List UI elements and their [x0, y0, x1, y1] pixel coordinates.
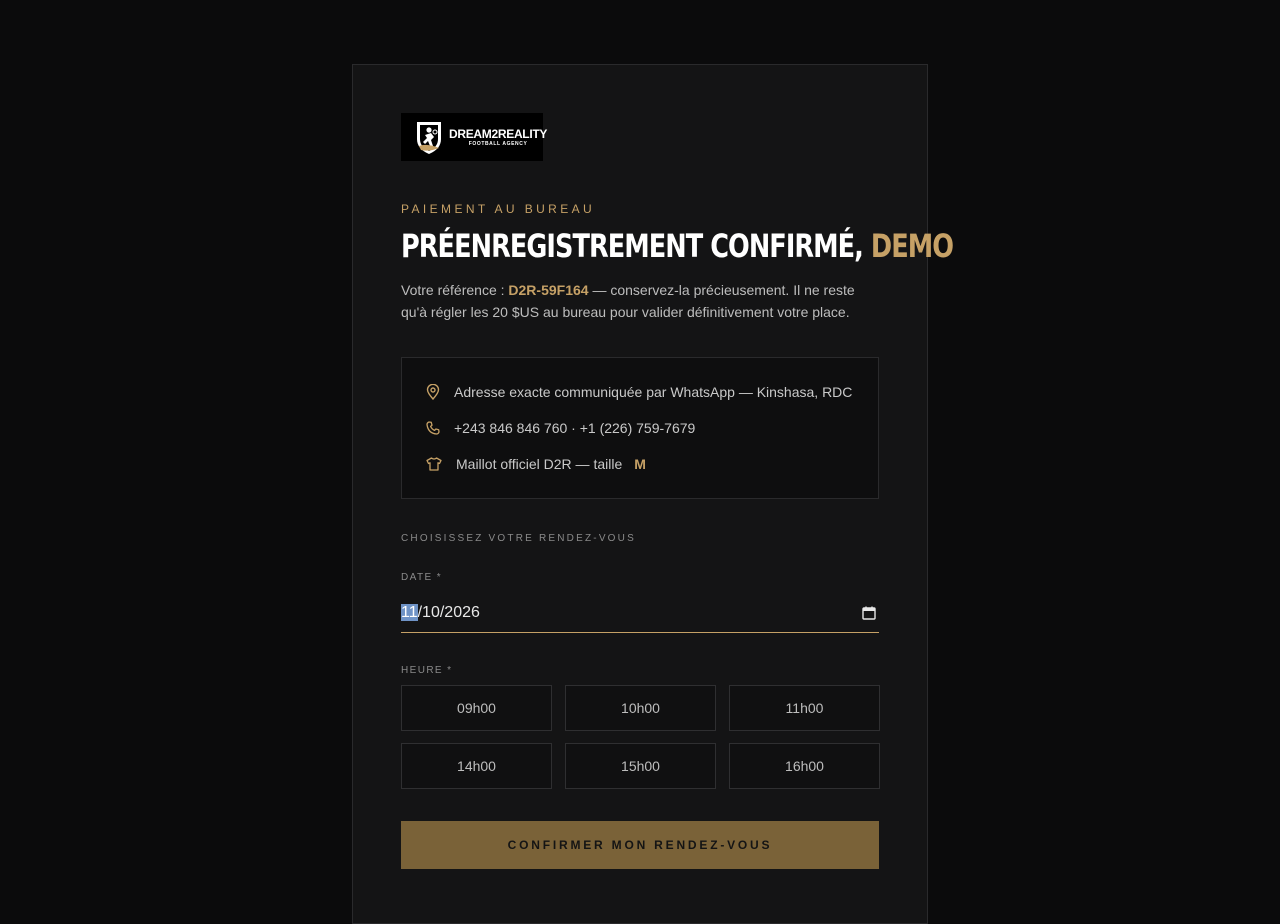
jersey-size: M [634, 456, 646, 472]
intro-prefix: Votre référence : [401, 282, 509, 298]
date-rest-segment[interactable]: /10/2026 [418, 604, 480, 621]
headline-user-name: DEMO [870, 227, 954, 265]
appointment-section-label: CHOISISSEZ VOTRE RENDEZ-VOUS [401, 533, 636, 544]
info-address: Adresse exacte communiquée par WhatsApp … [426, 382, 878, 402]
info-phones: +243 846 846 760 · +1 (226) 759-7679 [426, 418, 878, 438]
time-slot[interactable]: 11h00 [729, 685, 880, 731]
jersey-text: Maillot officiel D2R — taille [456, 456, 623, 472]
headline-main: PRÉENREGISTREMENT CONFIRMÉ, [401, 227, 864, 265]
address-text: Adresse exacte communiquée par WhatsApp … [454, 384, 853, 400]
brand-logo: DREAM2REALITY FOOTBALL AGENCY [401, 113, 547, 161]
brand-name: DREAM2REALITY [449, 126, 548, 141]
phone-icon [426, 421, 440, 435]
eyebrow-label: PAIEMENT AU BUREAU [401, 202, 596, 216]
date-day-segment[interactable]: 11 [401, 603, 418, 621]
time-slot[interactable]: 16h00 [729, 743, 880, 789]
intro-text: Votre référence : D2R-59F164 — conservez… [401, 279, 879, 323]
date-input[interactable]: 11/10/2026 [401, 593, 879, 633]
brand-tagline: FOOTBALL AGENCY [468, 140, 528, 147]
time-slot[interactable]: 09h00 [401, 685, 552, 731]
date-label: DATE * [401, 572, 442, 583]
date-value: 11/10/2026 [401, 603, 480, 622]
shield-logo-icon [417, 122, 441, 154]
page-title: PRÉENREGISTREMENT CONFIRMÉ, DEMO [401, 227, 954, 265]
time-slot[interactable]: 15h00 [565, 743, 716, 789]
info-box: Adresse exacte communiquée par WhatsApp … [401, 357, 879, 499]
info-jersey: Maillot officiel D2R — taille M [426, 454, 878, 474]
confirmation-card: DREAM2REALITY FOOTBALL AGENCY PAIEMENT A… [352, 64, 954, 924]
time-slot-grid: 09h00 10h00 11h00 14h00 15h00 16h00 [401, 685, 880, 789]
reference-code: D2R-59F164 [508, 282, 589, 298]
shirt-icon [426, 457, 442, 471]
time-slot[interactable]: 14h00 [401, 743, 552, 789]
confirm-appointment-button[interactable]: CONFIRMER MON RENDEZ-VOUS [401, 821, 879, 869]
calendar-icon[interactable] [862, 606, 876, 620]
phone-numbers: +243 846 846 760 · +1 (226) 759-7679 [454, 420, 696, 436]
time-label: HEURE * [401, 665, 453, 676]
map-pin-icon [426, 384, 440, 400]
time-slot[interactable]: 10h00 [565, 685, 716, 731]
